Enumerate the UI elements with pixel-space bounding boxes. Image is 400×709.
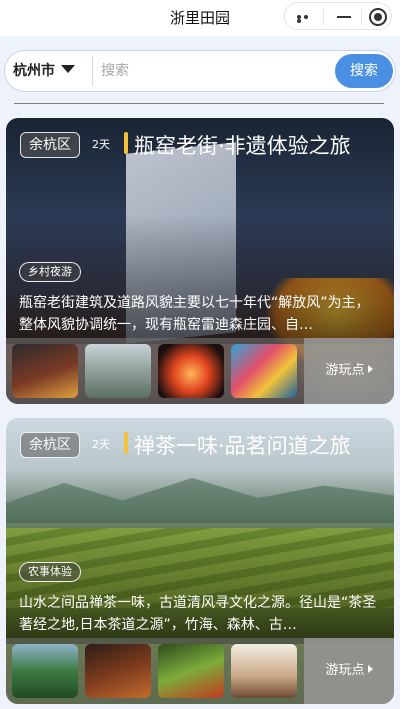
city-selector[interactable]: 杭州市 bbox=[13, 51, 75, 91]
spots-button-label: 游玩点 bbox=[325, 363, 365, 378]
minimize-icon[interactable] bbox=[337, 16, 351, 18]
tea-ceremony-thumbnail[interactable] bbox=[85, 644, 151, 698]
route-title: 瓶窑老街·非遗体验之旅 bbox=[134, 134, 351, 158]
district-badge: 余杭区 bbox=[20, 132, 80, 158]
more-options-icon[interactable] bbox=[297, 15, 317, 23]
route-card[interactable]: 余杭区 2天 禅茶一味·品茗问道之旅 农事体验 山水之间品禅茶一味，古道清风寻文… bbox=[6, 418, 394, 704]
village-houses-thumbnail[interactable] bbox=[85, 344, 151, 398]
spots-button[interactable]: 游玩点 bbox=[304, 338, 394, 404]
route-description: 山水之间品禅茶一味，古道清风寻文化之源。径山是“茶圣著经之地,日本茶道之源”，竹… bbox=[19, 595, 377, 633]
arrow-right-icon bbox=[367, 365, 373, 373]
thumbnail-strip: 游玩点 bbox=[6, 638, 394, 704]
route-card[interactable]: 余杭区 2天 瓶窑老街·非遗体验之旅 乡村夜游 瓶窑老街建筑及道路风貌主要以七十… bbox=[6, 118, 394, 404]
mural-wall-thumbnail[interactable] bbox=[231, 344, 297, 398]
category-tag: 乡村夜游 bbox=[19, 262, 81, 282]
days-label: 2天 bbox=[92, 438, 110, 451]
city-label: 杭州市 bbox=[13, 63, 55, 79]
spots-button[interactable]: 游玩点 bbox=[304, 638, 394, 704]
mountain-temple-thumbnail[interactable] bbox=[12, 644, 78, 698]
divider-line bbox=[14, 103, 384, 104]
district-badge: 余杭区 bbox=[20, 432, 80, 458]
spots-button-label: 游玩点 bbox=[325, 663, 365, 678]
fruit-harvest-thumbnail[interactable] bbox=[158, 644, 224, 698]
caret-down-icon bbox=[61, 65, 75, 73]
lantern-gate-thumbnail[interactable] bbox=[158, 344, 224, 398]
top-bar: 浙里田园 bbox=[0, 0, 400, 36]
search-button[interactable]: 搜索 bbox=[335, 54, 393, 88]
search-bar: 杭州市 搜索 bbox=[4, 50, 396, 92]
divider bbox=[92, 56, 93, 86]
search-input[interactable] bbox=[101, 57, 331, 85]
days-label: 2天 bbox=[92, 138, 110, 151]
title-accent-bar bbox=[124, 432, 128, 454]
tea-room-thumbnail[interactable] bbox=[231, 644, 297, 698]
route-description: 瓶窑老街建筑及道路风貌主要以七十年代“解放风”为主，整体风貌协调统一，现有瓶窑雷… bbox=[19, 295, 370, 333]
close-circle-icon[interactable] bbox=[369, 8, 387, 26]
category-tag: 农事体验 bbox=[19, 562, 81, 582]
mini-program-capsule bbox=[284, 2, 392, 30]
thumbnail-strip: 游玩点 bbox=[6, 338, 394, 404]
night-street-thumbnail[interactable] bbox=[12, 344, 78, 398]
arrow-right-icon bbox=[367, 665, 373, 673]
title-accent-bar bbox=[124, 132, 128, 154]
route-title: 禅茶一味·品茗问道之旅 bbox=[134, 434, 351, 458]
